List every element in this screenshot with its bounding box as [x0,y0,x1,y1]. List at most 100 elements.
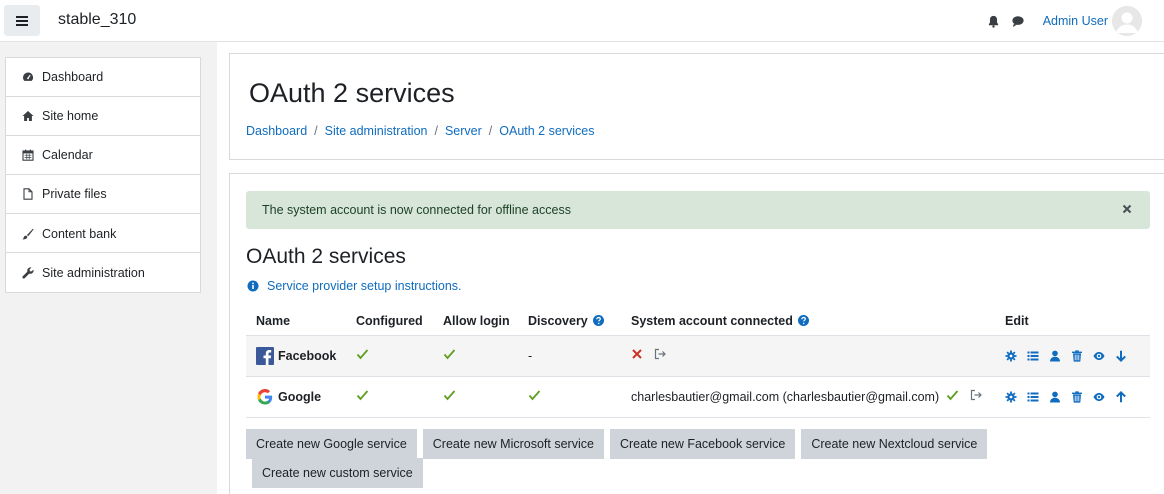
list-icon[interactable] [1027,350,1039,362]
column-header-discovery-label: Discovery [528,313,588,328]
create-google-service-button[interactable]: Create new Google service [246,429,417,459]
cell-system-account [621,335,995,377]
system-account-value: charlesbautier@gmail.com (charlesbautier… [631,390,940,404]
check-icon [946,389,959,401]
user-icon[interactable] [1049,350,1061,362]
column-header-name: Name [246,307,346,336]
help-icon[interactable] [592,314,604,326]
avatar[interactable] [1112,6,1142,36]
eye-icon[interactable] [1093,391,1105,403]
arrow-down-icon[interactable] [1115,350,1127,362]
check-icon [356,348,369,360]
nav-group-main: Dashboard Site home Calendar Private fil… [5,57,201,254]
home-icon [22,110,34,122]
arrow-up-icon[interactable] [1115,390,1127,403]
gear-icon[interactable] [1005,350,1017,362]
column-header-configured: Configured [346,307,433,336]
dashboard-icon [22,71,34,83]
breadcrumb-server[interactable]: Server [445,124,482,138]
cell-allow-login [433,335,518,377]
info-icon [247,280,259,292]
nav-item-label: Private files [42,187,107,201]
cell-name: Google [246,376,346,418]
cell-edit [995,376,1150,418]
check-icon [443,348,456,360]
nav-item-dashboard[interactable]: Dashboard [6,58,200,97]
file-icon [22,188,34,200]
breadcrumb-separator: / [488,124,493,138]
nav-item-label: Content bank [42,226,117,241]
help-icon[interactable] [797,314,809,326]
nav-item-calendar[interactable]: Calendar [6,136,200,175]
page-header: OAuth 2 services Dashboard / Site admini… [229,53,1164,160]
cross-icon [631,348,643,360]
cell-configured [346,376,433,418]
menu-icon [16,15,28,26]
success-alert: The system account is now connected for … [246,191,1150,229]
nav-group-admin: Site administration [5,252,201,293]
wrench-icon [22,266,34,279]
create-facebook-service-button[interactable]: Create new Facebook service [609,429,796,459]
breadcrumb-dashboard[interactable]: Dashboard [246,124,307,138]
nav-user-area: Admin User [987,0,1164,42]
table-row: Google charlesbautier@gmail.com (charles… [246,376,1150,418]
calendar-icon [22,149,34,161]
nav-item-label: Dashboard [42,70,104,84]
section-title: OAuth 2 services [246,245,406,268]
site-name[interactable]: stable_310 [58,11,136,29]
trash-icon[interactable] [1071,349,1083,362]
main-content: The system account is now connected for … [229,173,1164,494]
create-nextcloud-service-button[interactable]: Create new Nextcloud service [801,429,988,459]
cell-configured [346,335,433,377]
breadcrumb-separator: / [314,124,318,138]
services-table: Name Configured Allow login Discovery Sy… [246,307,1150,418]
service-name: Facebook [278,348,337,363]
bell-icon[interactable] [987,14,1001,28]
close-icon[interactable] [1120,202,1134,216]
nav-item-content-bank[interactable]: Content bank [6,214,200,253]
column-header-system-account: System account connected [621,307,995,336]
list-icon[interactable] [1027,391,1039,403]
create-microsoft-service-button[interactable]: Create new Microsoft service [422,429,604,459]
alert-message: The system account is now connected for … [262,203,571,217]
service-name: Google [278,389,322,404]
eye-icon[interactable] [1093,350,1105,362]
check-icon [356,389,369,401]
nav-item-label: Site administration [42,265,145,280]
user-menu-name[interactable]: Admin User [1043,14,1108,28]
login-icon[interactable] [970,389,983,401]
trash-icon[interactable] [1071,390,1083,403]
menu-toggle-button[interactable] [4,5,40,36]
gear-icon[interactable] [1005,391,1017,403]
login-icon[interactable] [654,348,667,360]
cell-discovery: - [518,335,621,377]
column-header-discovery: Discovery [518,307,621,336]
nav-item-private-files[interactable]: Private files [6,175,200,214]
chat-icon[interactable] [1011,14,1025,28]
column-header-allow-login: Allow login [433,307,518,336]
breadcrumb-oauth2-services[interactable]: OAuth 2 services [499,124,594,138]
nav-item-site-home[interactable]: Site home [6,97,200,136]
cell-edit [995,335,1150,377]
create-buttons: Create new Google service Create new Mic… [246,429,1006,459]
google-logo [256,388,274,406]
user-icon[interactable] [1049,391,1061,403]
page-title: OAuth 2 services [249,78,455,108]
create-custom-service-button[interactable]: Create new custom service [252,458,423,488]
facebook-logo [256,346,274,365]
nav-item-site-administration[interactable]: Site administration [6,253,200,292]
table-row: Facebook - [246,335,1150,377]
cell-system-account: charlesbautier@gmail.com (charlesbautier… [621,376,995,418]
breadcrumb-site-administration[interactable]: Site administration [325,124,428,138]
instructions-link-text[interactable]: Service provider setup instructions. [267,279,462,293]
instructions-link[interactable]: Service provider setup instructions. [247,279,462,293]
cell-discovery [518,376,621,418]
navbar: stable_310 Admin User [0,0,1164,42]
nav-item-label: Site home [42,109,99,123]
brush-icon [22,228,34,240]
check-icon [528,389,541,401]
column-header-system-account-label: System account connected [631,313,793,328]
column-header-edit: Edit [995,307,1150,336]
cell-allow-login [433,376,518,418]
check-icon [443,389,456,401]
